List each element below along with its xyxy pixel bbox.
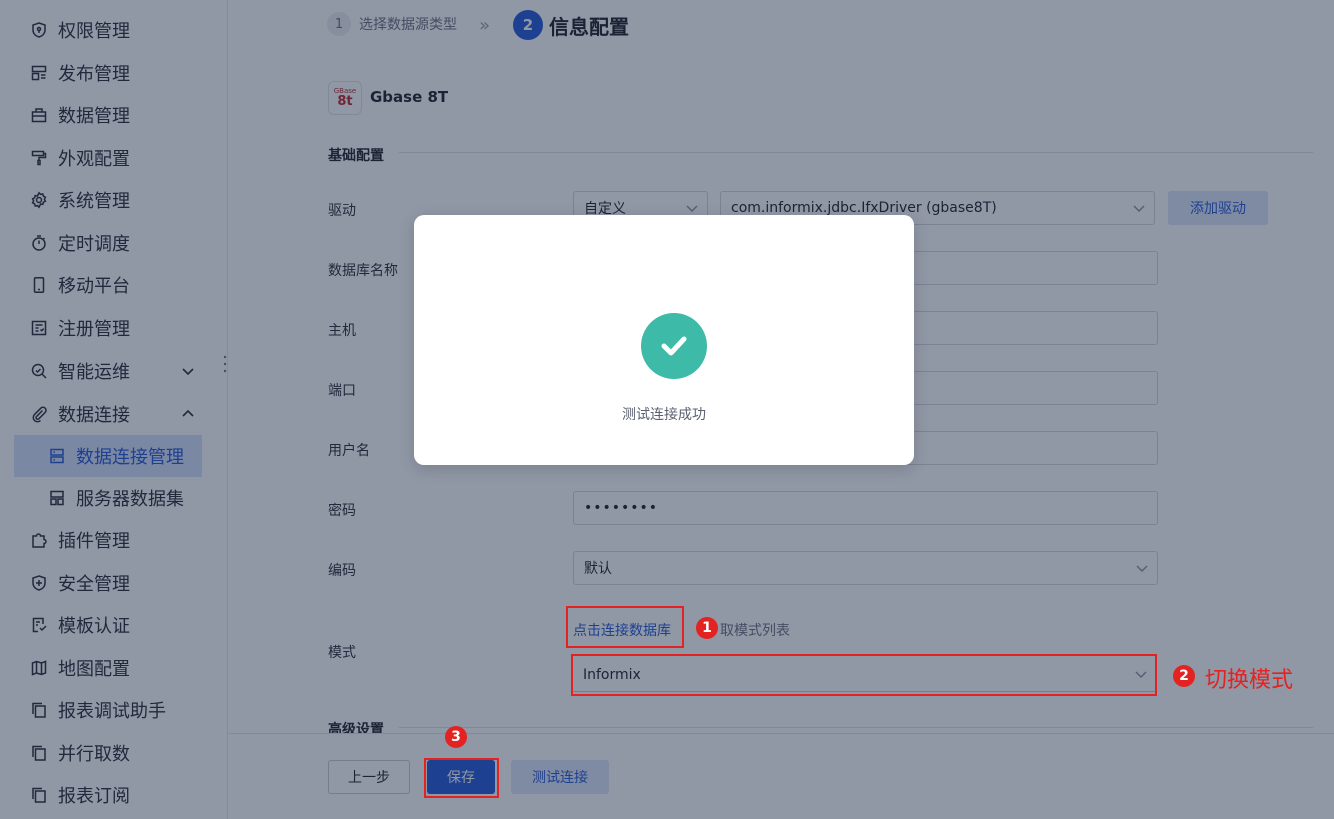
annotation-badge-2: 2 — [1173, 665, 1195, 687]
annotation-badge-3: 3 — [445, 726, 467, 748]
success-check-icon — [641, 313, 707, 379]
annotation-badge-1: 1 — [696, 617, 718, 639]
annotation-text-switch-schema: 切换模式 — [1205, 668, 1294, 693]
annotation-box-save-button — [424, 758, 499, 798]
success-message: 测试连接成功 — [622, 407, 706, 423]
annotation-box-schema-select — [571, 654, 1157, 696]
annotation-box-connect-link — [566, 606, 684, 648]
test-success-dialog: 测试连接成功 — [414, 215, 914, 465]
